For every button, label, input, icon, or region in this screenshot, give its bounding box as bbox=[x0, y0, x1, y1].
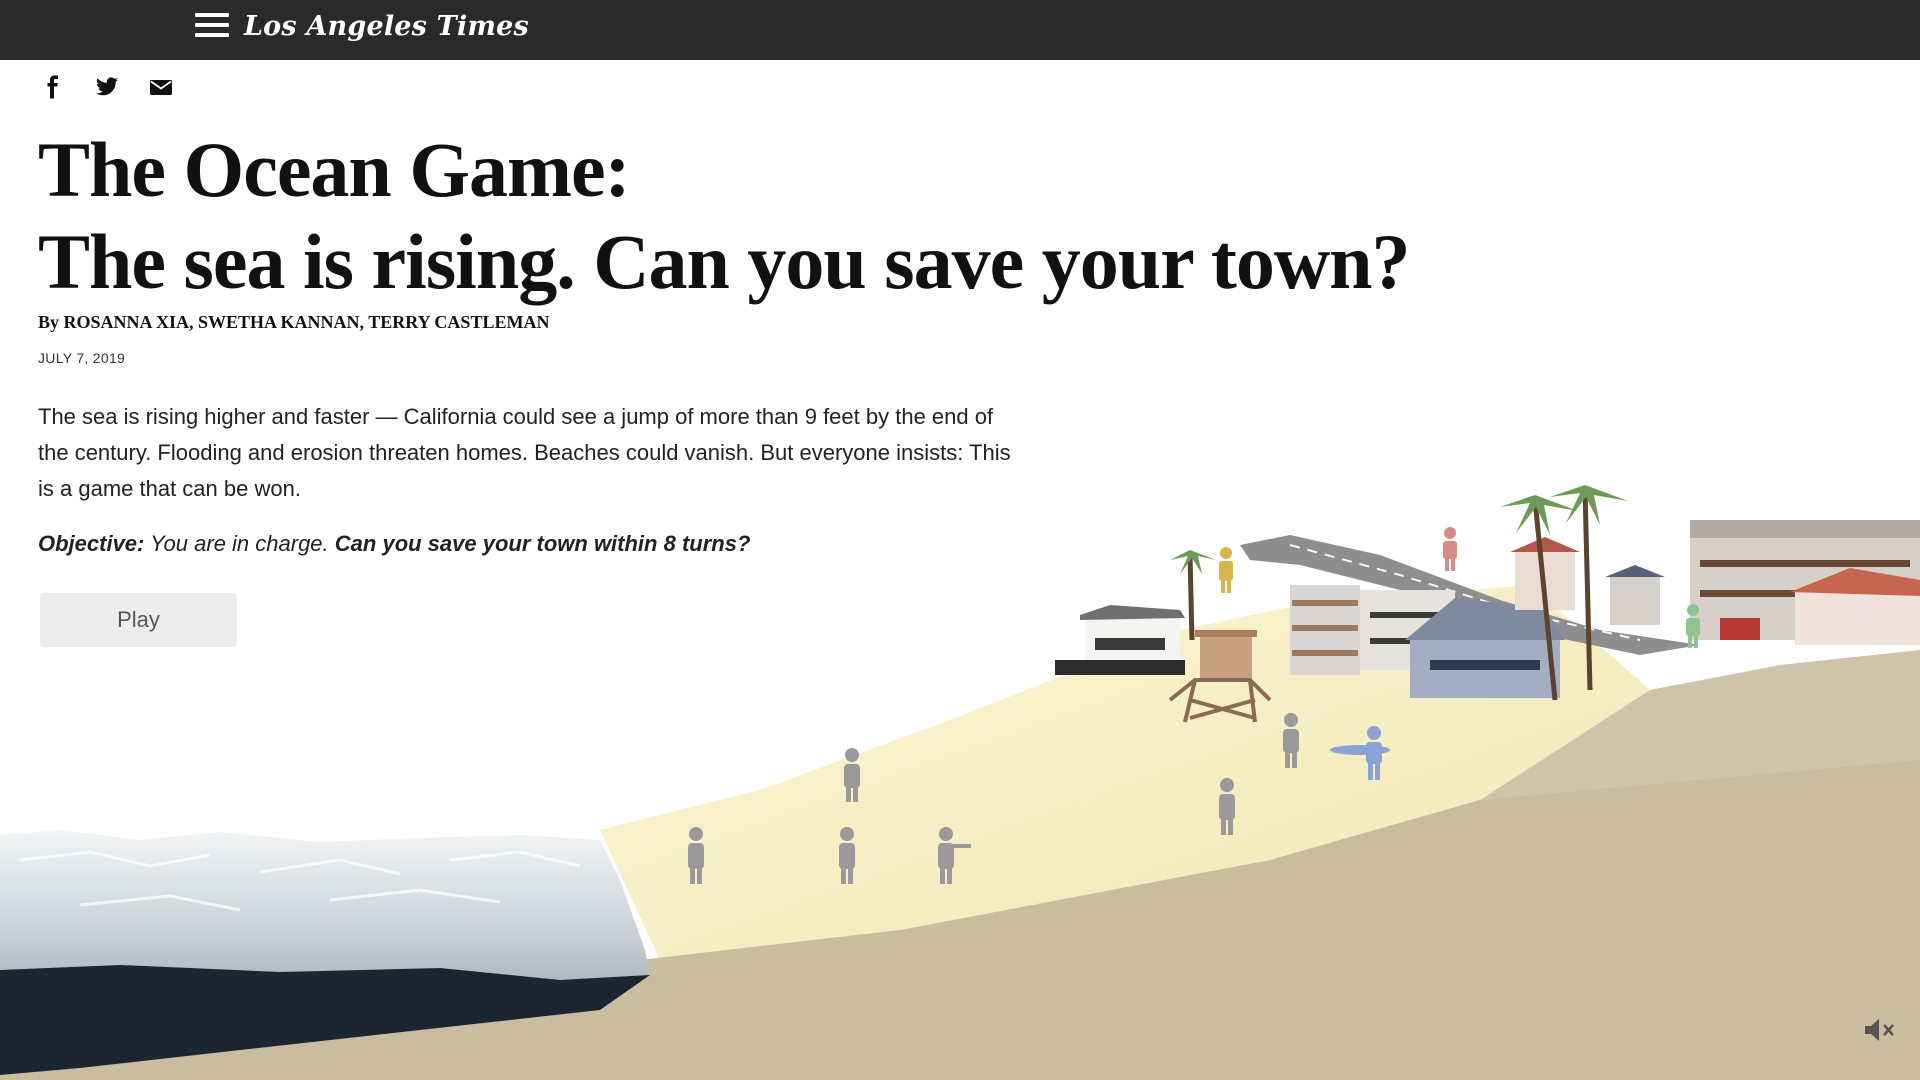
top-navigation-bar: Los Angeles Times bbox=[0, 0, 1920, 60]
person-red bbox=[1443, 527, 1457, 571]
publish-date: JULY 7, 2019 bbox=[38, 350, 126, 366]
person-yellow bbox=[1219, 547, 1233, 593]
hamburger-menu-icon[interactable] bbox=[195, 13, 229, 43]
twitter-icon[interactable] bbox=[92, 72, 122, 102]
speaker-muted-icon[interactable] bbox=[1862, 1016, 1896, 1044]
facebook-icon[interactable] bbox=[38, 72, 68, 102]
person-green bbox=[1686, 604, 1700, 648]
byline: By ROSANNA XIA, SWETHA KANNAN, TERRY CAS… bbox=[38, 312, 550, 332]
article-headline: The Ocean Game: The sea is rising. Can y… bbox=[38, 124, 1411, 308]
headline-line-1: The Ocean Game: bbox=[38, 126, 631, 213]
site-logo[interactable]: Los Angeles Times bbox=[244, 8, 529, 46]
email-icon[interactable] bbox=[146, 72, 176, 102]
headline-line-2: The sea is rising. Can you save your tow… bbox=[38, 218, 1411, 305]
beach-hotel bbox=[1055, 605, 1185, 675]
beach-game-scene bbox=[0, 485, 1920, 1080]
